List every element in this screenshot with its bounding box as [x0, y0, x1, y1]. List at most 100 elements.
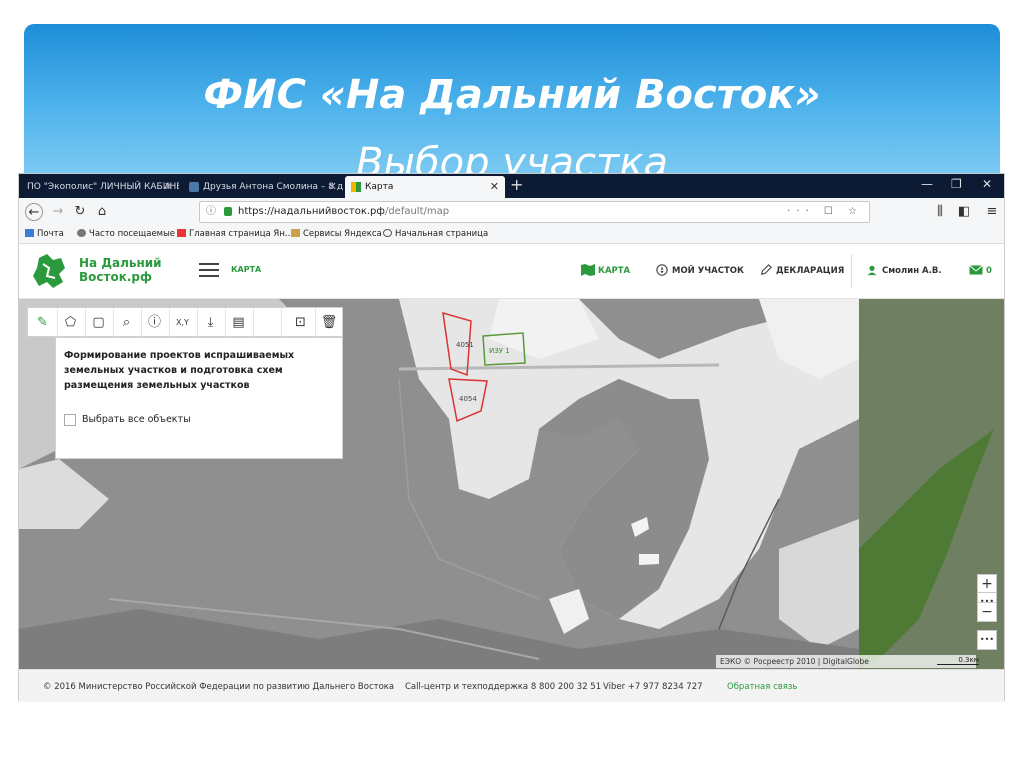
site-header: На Дальний Восток.рф КАРТА КАРТА МОЙ УЧА…: [19, 244, 1004, 299]
footer-callcenter: Call-центр и техподдержка 8 800 200 32 5…: [405, 682, 602, 692]
bookmark-mail[interactable]: Почта: [25, 229, 64, 239]
tab-map[interactable]: Карта ✕: [345, 176, 505, 198]
tab-vk-friends[interactable]: Друзья Антона Смолина – 8 д ✕: [183, 176, 343, 198]
nav-my-plot[interactable]: МОЙ УЧАСТОК: [655, 264, 744, 276]
user-menu[interactable]: Смолин А.В.: [865, 264, 942, 276]
bookmarks-bar: Почта Часто посещаемые Главная страница …: [19, 226, 1004, 244]
pencil-icon: [760, 264, 772, 276]
hamburger-menu-icon[interactable]: [199, 263, 219, 277]
select-all-label[interactable]: Выбрать все объекты: [82, 414, 191, 425]
parcel-label: 4054: [459, 395, 477, 403]
map-toolbar: ✎ ⬠ ▢ ⌕ ⓘ X,Y ⤓ ▤ ⊡ 🗑: [27, 307, 344, 338]
menu-icon[interactable]: ≡: [983, 203, 1001, 221]
zoom-to-selection-icon[interactable]: ⊡: [286, 308, 316, 338]
search-icon[interactable]: ⌕: [112, 308, 142, 338]
new-tab-button[interactable]: +: [510, 175, 523, 194]
polygon-tool-icon[interactable]: ⬠: [56, 308, 86, 338]
footer-viber: Viber +7 977 8234 727: [603, 682, 703, 692]
map-favicon-icon: [351, 181, 361, 192]
user-icon: [867, 265, 877, 276]
bookmark-label: Сервисы Яндекса: [303, 229, 382, 239]
tab-label: Друзья Антона Смолина – 8 д: [203, 182, 343, 192]
tab-label: ПО "Экополис" ЛИЧНЫЙ КАБИНЕ: [27, 182, 179, 192]
library-icon[interactable]: ⫼: [931, 203, 949, 221]
footer-copyright: © 2016 Министерство Российской Федерации…: [43, 682, 395, 692]
bookmark-label: Начальная страница: [395, 229, 489, 239]
minimize-icon[interactable]: —: [921, 177, 933, 191]
close-icon[interactable]: ✕: [328, 176, 337, 198]
logo-icon[interactable]: [31, 252, 67, 290]
lock-icon: [224, 207, 232, 216]
select-all-checkbox[interactable]: [64, 414, 76, 426]
parcel-label: 4051: [456, 341, 474, 349]
logo-line2: Восток.рф: [79, 270, 152, 284]
tab-label: Карта: [365, 182, 394, 192]
zoom-out-button[interactable]: −: [977, 602, 997, 622]
tab-ecopolis[interactable]: ПО "Экополис" ЛИЧНЫЙ КАБИНЕ ✕: [21, 176, 179, 198]
header-divider: [851, 254, 852, 288]
feedback-link[interactable]: Обратная связь: [727, 682, 797, 692]
page-actions[interactable]: ··· ☐ ☆: [787, 202, 863, 222]
selection-panel: Формирование проектов испрашиваемых земе…: [55, 337, 343, 459]
empty-tool-slot[interactable]: [252, 308, 282, 338]
url-text: https://надальнийвосток.рф/default/map: [238, 202, 449, 222]
site-footer: © 2016 Министерство Российской Федерации…: [19, 669, 1004, 702]
envelope-icon: [969, 265, 983, 275]
nav-declaration[interactable]: ДЕКЛАРАЦИЯ: [759, 264, 844, 276]
zoom-in-button[interactable]: +: [977, 574, 997, 594]
home-button[interactable]: ⌂: [93, 203, 111, 221]
bookmark-label: Часто посещаемые: [89, 229, 176, 239]
section-label: КАРТА: [231, 265, 262, 274]
parcel-label: ИЗУ 1: [489, 347, 510, 355]
plot-marker-icon: [656, 264, 668, 276]
close-window-icon[interactable]: ✕: [982, 177, 992, 191]
gear-icon: [77, 229, 86, 237]
nav-map-label: КАРТА: [598, 266, 631, 276]
sidebar-icon[interactable]: ◧: [955, 203, 973, 221]
bookmark-most-visited[interactable]: Часто посещаемые: [77, 229, 175, 239]
nav-map[interactable]: КАРТА: [581, 264, 630, 276]
folder-icon: [291, 229, 300, 237]
download-tool-icon[interactable]: ⤓: [196, 308, 226, 338]
bookmark-yandex-home[interactable]: Главная страница Ян...: [177, 229, 293, 239]
address-bar[interactable]: ⓘ https://надальнийвосток.рф/default/map…: [199, 201, 870, 223]
forward-button[interactable]: →: [49, 203, 67, 221]
map-view[interactable]: 4051 4054 ИЗУ 1 ✎ ⬠ ▢ ⌕ ⓘ X,Y ⤓ ▤ ⊡ 🗑 Фо…: [19, 299, 1004, 669]
user-name: Смолин А.В.: [882, 266, 942, 276]
panel-title: Формирование проектов испрашиваемых земе…: [64, 350, 295, 391]
globe-icon: [383, 229, 392, 237]
map-more-button[interactable]: •••: [977, 630, 997, 650]
messages-count: 0: [986, 266, 992, 276]
browser-window: ПО "Экополис" ЛИЧНЫЙ КАБИНЕ ✕ Друзья Ант…: [18, 173, 1005, 702]
mail-icon: [25, 229, 34, 237]
reload-button[interactable]: ↻: [71, 203, 89, 221]
close-icon[interactable]: ✕: [164, 176, 173, 198]
bookmark-yandex-services[interactable]: Сервисы Яндекса: [291, 229, 382, 239]
logo-line1: На Дальний: [79, 256, 162, 270]
restore-icon[interactable]: ❐: [951, 177, 962, 191]
document-tool-icon[interactable]: ▤: [224, 308, 254, 338]
title-banner: ФИС «На Дальний Восток» Выбор участка: [24, 24, 1000, 186]
info-tool-icon[interactable]: ⓘ: [140, 308, 170, 338]
url-host: https://надальнийвосток.рф: [238, 206, 385, 217]
edit-tool-icon[interactable]: ✎: [28, 308, 58, 338]
url-path: /default/map: [384, 206, 450, 217]
info-icon[interactable]: ⓘ: [206, 202, 216, 222]
bookmark-label: Главная страница Ян...: [189, 229, 293, 239]
bookmark-label: Почта: [37, 229, 64, 239]
map-icon: [581, 264, 595, 276]
map-scale: 0.3км: [937, 656, 979, 665]
back-button[interactable]: ←: [25, 203, 43, 221]
slide: ФИС «На Дальний Восток» Выбор участка ПО…: [0, 0, 1024, 767]
nav-bar: ← → ↻ ⌂ ⓘ https://надальнийвосток.рф/def…: [19, 198, 1004, 226]
trash-icon[interactable]: 🗑: [314, 308, 344, 338]
logo-text[interactable]: На Дальний Восток.рф: [79, 256, 162, 284]
coordinates-tool-icon[interactable]: X,Y: [168, 308, 198, 338]
rectangle-tool-icon[interactable]: ▢: [84, 308, 114, 338]
close-icon[interactable]: ✕: [490, 176, 499, 198]
bookmark-start-page[interactable]: Начальная страница: [383, 229, 488, 239]
messages-link[interactable]: 0: [969, 264, 992, 276]
nav-declaration-label: ДЕКЛАРАЦИЯ: [776, 266, 845, 276]
slide-title: ФИС «На Дальний Восток»: [203, 72, 821, 118]
yandex-icon: [177, 229, 186, 237]
